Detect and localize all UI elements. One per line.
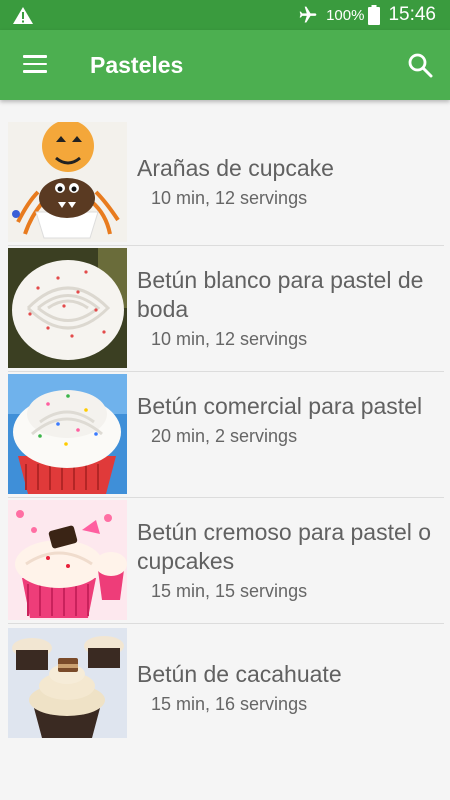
recipe-title: Betún cremoso para pastel o cupcakes [137, 519, 432, 574]
recipe-meta: 10 min, 12 servings [151, 329, 308, 349]
recipe-thumbnail [8, 122, 127, 242]
list-item[interactable]: Betún comercial para pastel 20 min, 2 se… [0, 374, 450, 496]
status-bar: 100% 15:46 [0, 0, 450, 30]
app-bar: Pasteles [0, 30, 450, 100]
divider [8, 371, 444, 372]
recipe-thumbnail [8, 628, 127, 738]
clock: 15:46 [388, 4, 436, 25]
recipe-thumbnail [8, 374, 127, 494]
recipe-title: Betún de cacahuate [137, 661, 342, 687]
divider [8, 245, 444, 246]
battery-percent: 100% [326, 6, 365, 24]
recipe-thumbnail [8, 500, 127, 620]
divider [8, 623, 444, 624]
list-item[interactable]: Betún de cacahuate 15 min, 16 servings [0, 626, 450, 738]
recipe-title: Betún blanco para pastel de boda [137, 267, 424, 322]
battery-icon [368, 5, 381, 25]
recipe-meta: 15 min, 15 servings [151, 581, 308, 601]
recipe-thumbnail [8, 248, 127, 368]
recipe-title: Arañas de cupcake [137, 155, 334, 181]
divider [8, 497, 444, 498]
list-item[interactable]: Betún blanco para pastel de boda 10 min,… [0, 248, 450, 370]
recipe-meta: 20 min, 2 servings [151, 426, 298, 446]
airplane-mode-icon [299, 6, 317, 23]
recipe-meta: 10 min, 12 servings [151, 188, 308, 208]
warning-icon [13, 7, 33, 24]
page-title: Pasteles [90, 52, 184, 78]
recipe-meta: 15 min, 16 servings [151, 694, 308, 714]
search-icon[interactable] [407, 52, 433, 78]
list-item[interactable]: Betún cremoso para pastel o cupcakes 15 … [0, 500, 450, 622]
recipe-title: Betún comercial para pastel [137, 393, 423, 419]
menu-icon[interactable] [23, 55, 47, 75]
list-item[interactable]: Arañas de cupcake 10 min, 12 servings [0, 122, 450, 244]
